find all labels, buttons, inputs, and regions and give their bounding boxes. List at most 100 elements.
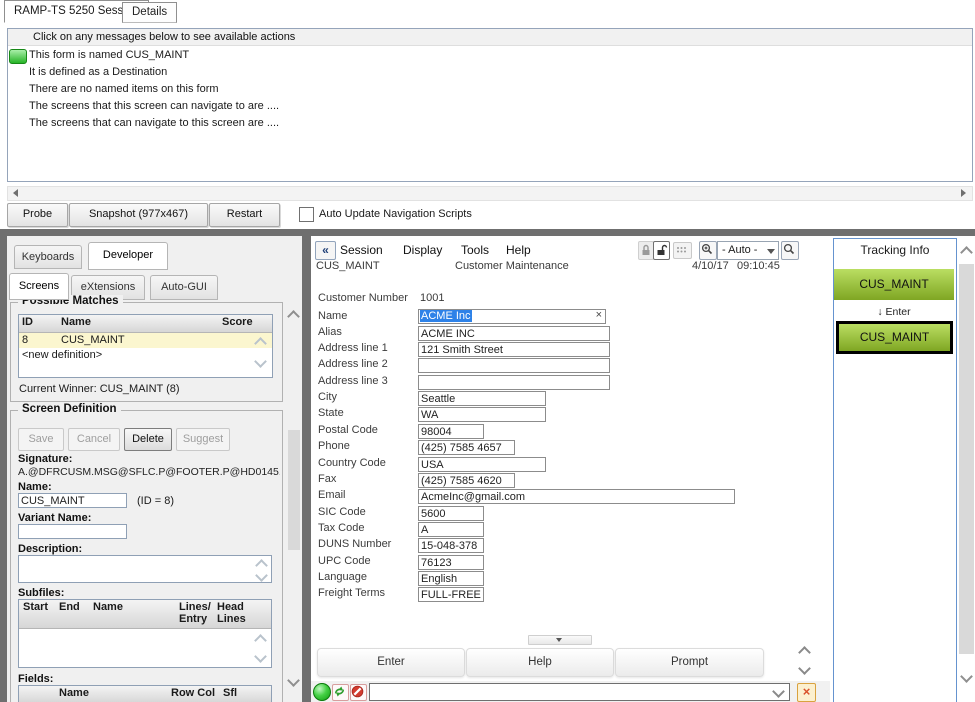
grid-dots-icon[interactable] — [673, 242, 692, 259]
scroll-down-icon[interactable] — [960, 670, 973, 683]
scroll-left-arrow-icon[interactable] — [8, 187, 24, 198]
zoom-in-icon[interactable] — [699, 241, 717, 260]
variant-name-field[interactable] — [18, 524, 127, 539]
tab-auto-gui[interactable]: Auto-GUI — [150, 275, 218, 300]
tab-keyboards[interactable]: Keyboards — [14, 245, 82, 269]
delete-button[interactable]: Delete — [124, 428, 172, 451]
scrollbar-thumb[interactable] — [959, 264, 974, 654]
enter-button[interactable]: Enter — [317, 648, 465, 677]
postal-code-input[interactable] — [418, 424, 484, 439]
scroll-down-icon[interactable] — [254, 650, 267, 663]
tab-details[interactable]: Details — [122, 2, 178, 23]
refresh-icon[interactable] — [332, 684, 349, 701]
message-row[interactable]: There are no named items on this form — [8, 81, 972, 98]
scrollbar-thumb[interactable] — [288, 430, 300, 550]
subfiles-label: Subfiles: — [18, 587, 65, 599]
upc-code-input[interactable] — [418, 555, 484, 570]
col-headlines: Lines — [217, 613, 246, 625]
probe-button[interactable]: Probe — [7, 203, 68, 227]
message-row[interactable]: The screens that this screen can navigat… — [8, 98, 972, 115]
block-icon[interactable] — [350, 684, 367, 701]
cell-name: CUS_MAINT — [61, 334, 125, 346]
unlock-icon[interactable] — [653, 241, 670, 260]
match-row-selected[interactable]: 8 CUS_MAINT — [19, 333, 272, 348]
menu-tools[interactable]: Tools — [461, 243, 489, 257]
lock-icon[interactable] — [638, 241, 654, 260]
restart-button[interactable]: Restart — [209, 203, 280, 227]
country-code-input[interactable] — [418, 457, 546, 472]
name-id-text: (ID = 8) — [137, 495, 174, 507]
scroll-down-icon[interactable] — [255, 569, 268, 582]
tracking-node[interactable]: CUS_MAINT — [834, 269, 954, 300]
language-input[interactable] — [418, 571, 484, 586]
field-label: Postal Code — [318, 424, 378, 436]
city-input[interactable] — [418, 391, 546, 406]
message-row[interactable]: This form is named CUS_MAINT — [8, 47, 972, 64]
magnifier-icon[interactable] — [781, 241, 799, 260]
matches-table: ID Name Score 8 CUS_MAINT <new definitio… — [18, 314, 273, 378]
matches-table-header: ID Name Score — [19, 315, 272, 333]
fax-input[interactable] — [418, 473, 515, 488]
address2-input[interactable] — [418, 358, 610, 373]
command-input[interactable] — [369, 683, 790, 701]
col-head: Head — [217, 601, 244, 613]
auto-update-checkbox[interactable] — [299, 207, 314, 222]
field-label: DUNS Number — [318, 538, 392, 550]
tab-screens[interactable]: Screens — [9, 273, 69, 300]
description-field[interactable] — [18, 555, 272, 583]
message-row[interactable]: The screens that can navigate to this sc… — [8, 115, 972, 132]
prompt-button[interactable]: Prompt — [615, 648, 764, 677]
col-sfl: Sfl — [223, 687, 238, 699]
name-input[interactable]: ACME Inc × — [418, 309, 606, 324]
messages-hscrollbar[interactable] — [7, 186, 973, 201]
menu-session[interactable]: Session — [340, 243, 383, 257]
duns-number-input[interactable] — [418, 538, 484, 553]
tax-code-input[interactable] — [418, 522, 484, 537]
horizontal-splitter[interactable] — [0, 229, 975, 236]
tab-developer[interactable]: Developer — [88, 242, 168, 270]
scroll-up-icon[interactable] — [254, 634, 267, 647]
field-label: Country Code — [318, 457, 386, 469]
dropdown-arrow-icon[interactable] — [772, 685, 785, 698]
snapshot-button[interactable]: Snapshot (977x467) — [69, 203, 208, 227]
cancel-button[interactable]: Cancel — [68, 428, 120, 451]
scroll-up-icon[interactable] — [960, 246, 973, 259]
zoom-level-select[interactable]: - Auto - — [717, 241, 779, 260]
menu-help[interactable]: Help — [506, 243, 531, 257]
green-status-icon — [9, 49, 27, 64]
message-row[interactable]: It is defined as a Destination — [8, 64, 972, 81]
panel-collapse-handle[interactable] — [528, 635, 592, 645]
email-input[interactable] — [418, 489, 735, 504]
suggest-button[interactable]: Suggest — [176, 428, 230, 451]
address3-input[interactable] — [418, 375, 610, 390]
address1-input[interactable] — [418, 342, 610, 357]
session-panel — [311, 236, 830, 702]
tab-label: RAMP-TS 5250 Session — [14, 5, 139, 17]
sic-code-input[interactable] — [418, 506, 484, 521]
alias-input[interactable] — [418, 326, 610, 341]
clear-x-icon[interactable]: × — [596, 309, 602, 321]
scroll-right-arrow-icon[interactable] — [956, 187, 972, 198]
col-score: Score — [222, 316, 253, 328]
help-button[interactable]: Help — [466, 648, 614, 677]
cell-id: 8 — [22, 334, 29, 346]
phone-input[interactable] — [418, 440, 515, 455]
message-text: This form is named CUS_MAINT — [29, 49, 190, 61]
subfiles-table: Start End Name Lines/ Entry Head Lines — [18, 599, 272, 668]
auto-update-label: Auto Update Navigation Scripts — [319, 208, 472, 220]
close-x-icon[interactable]: × — [797, 683, 816, 702]
messages-header: Click on any messages below to see avail… — [8, 29, 972, 46]
field-label: Freight Terms — [318, 587, 386, 599]
name-field[interactable] — [18, 493, 127, 508]
freight-terms-input[interactable] — [418, 587, 484, 602]
customer-number-value: 1001 — [420, 292, 445, 304]
vertical-splitter[interactable] — [302, 236, 311, 702]
col-rowcol: Row Col — [171, 687, 215, 699]
state-input[interactable] — [418, 407, 546, 422]
save-button[interactable]: Save — [18, 428, 64, 451]
field-label: Address line 2 — [318, 358, 388, 370]
tracking-node-current[interactable]: CUS_MAINT — [836, 321, 953, 354]
collapse-chevrons-icon[interactable]: « — [315, 241, 336, 260]
match-row-new[interactable]: <new definition> — [19, 348, 272, 363]
menu-display[interactable]: Display — [403, 243, 442, 257]
